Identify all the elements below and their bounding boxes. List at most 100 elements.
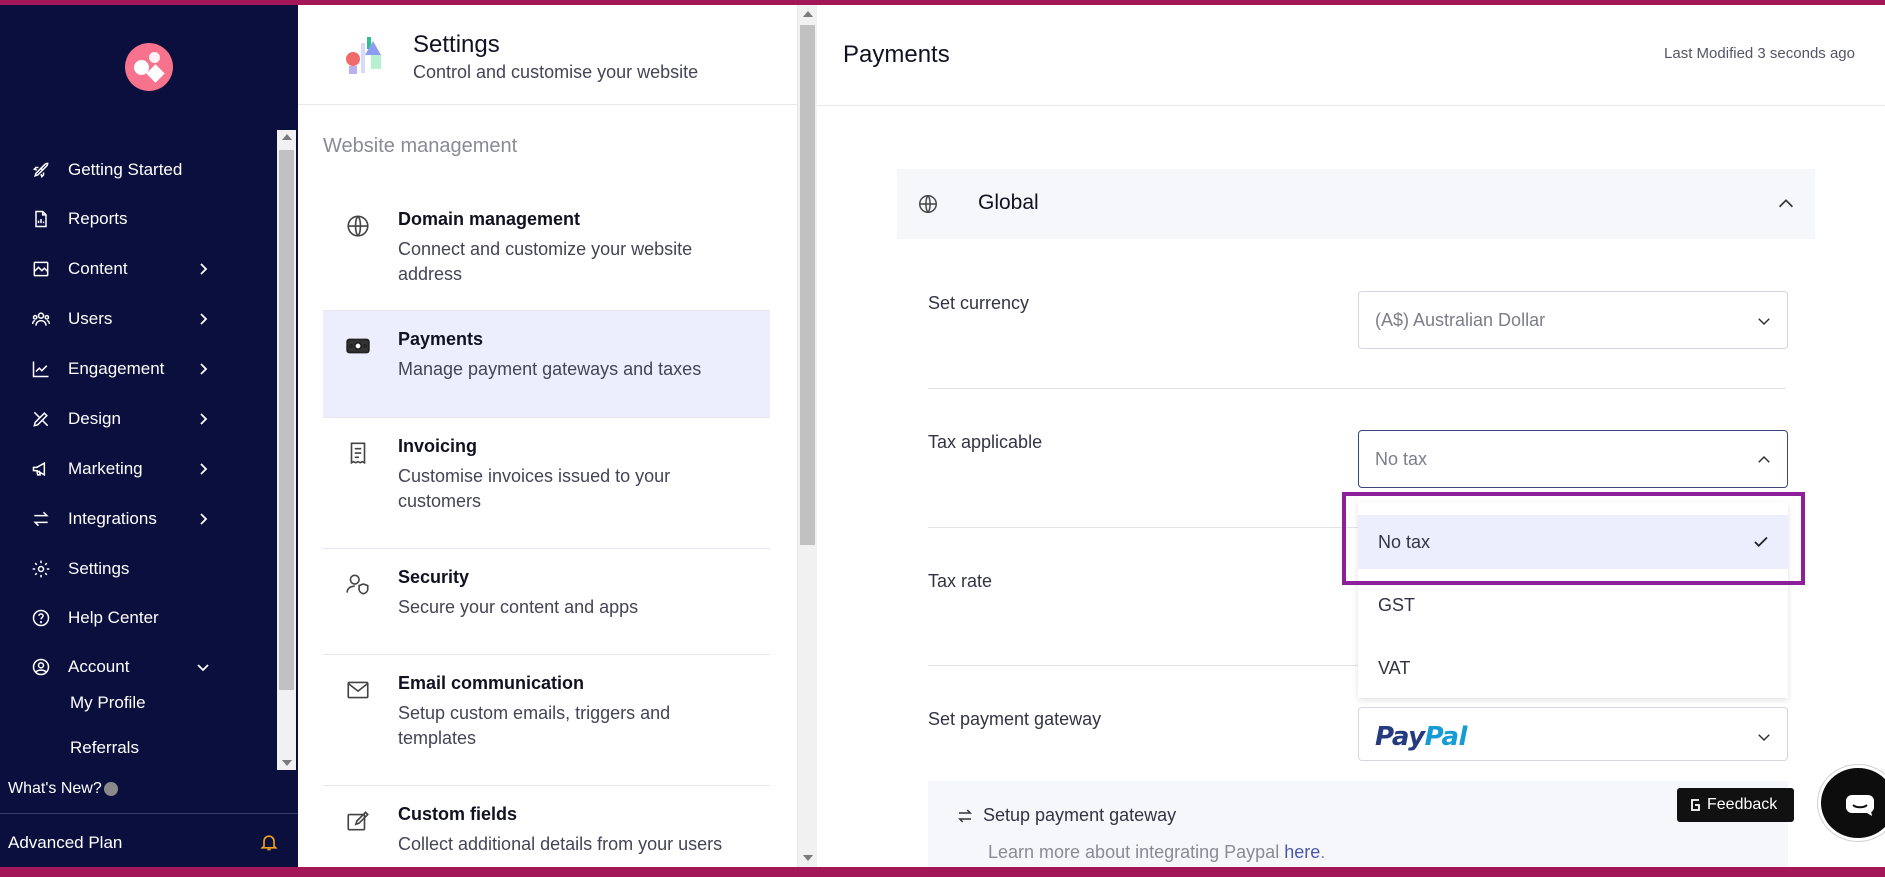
design-icon xyxy=(30,408,52,430)
row-divider xyxy=(928,388,1786,389)
users-icon xyxy=(30,308,52,330)
chevron-right-icon xyxy=(200,513,208,525)
tax-rate-label: Tax rate xyxy=(928,571,993,591)
chevron-right-icon xyxy=(200,413,208,425)
help-icon xyxy=(30,607,52,629)
content-icon xyxy=(30,258,52,280)
tax-applicable-select[interactable]: No tax xyxy=(1358,430,1788,488)
chevron-right-icon xyxy=(200,263,208,275)
settings-item-title: Invoicing xyxy=(398,436,478,456)
sidebar-item-integrations[interactable]: Integrations xyxy=(30,499,270,539)
settings-item-custom-fields[interactable]: Custom fields Collect additional details… xyxy=(323,786,770,867)
chevron-right-icon xyxy=(200,463,208,475)
globe-icon xyxy=(919,195,937,213)
scrollbar-thumb[interactable] xyxy=(800,25,815,545)
money-icon xyxy=(346,338,370,354)
chevron-down-icon xyxy=(1758,734,1770,742)
scroll-down-arrow-icon[interactable] xyxy=(803,855,813,861)
sidebar: Getting Started Reports Content Users En… xyxy=(0,5,298,867)
settings-item-payments[interactable]: Payments Manage payment gateways and tax… xyxy=(323,311,770,418)
settings-item-title: Email communication xyxy=(398,673,585,693)
chevron-down-icon xyxy=(1758,318,1770,326)
settings-logo-icon xyxy=(346,37,381,74)
sidebar-subitem-referrals[interactable]: Referrals xyxy=(70,738,139,758)
scroll-down-arrow-icon[interactable] xyxy=(282,760,292,766)
settings-item-desc: Connect and customize your website addre… xyxy=(398,239,693,284)
sidebar-item-engagement[interactable]: Engagement xyxy=(30,349,270,389)
sidebar-item-label: Account xyxy=(68,657,130,676)
tax-option-vat[interactable]: VAT xyxy=(1358,641,1788,695)
setup-here-link[interactable]: here xyxy=(1284,842,1320,862)
whats-new-link[interactable]: What's New? xyxy=(8,780,118,798)
sidebar-item-label: Content xyxy=(68,259,128,278)
sidebar-scrollbar[interactable] xyxy=(277,130,296,770)
payment-gateway-select[interactable]: PayPal xyxy=(1358,707,1788,761)
sidebar-item-label: Integrations xyxy=(68,509,157,528)
sidebar-item-content[interactable]: Content xyxy=(30,249,270,289)
currency-select[interactable]: (A$) Australian Dollar xyxy=(1358,291,1788,349)
settings-item-domain-management[interactable]: Domain management Connect and customize … xyxy=(323,191,770,311)
sidebar-item-settings[interactable]: Settings xyxy=(30,549,270,589)
sidebar-item-reports[interactable]: Reports xyxy=(30,199,270,239)
feedback-button[interactable]: Feedback xyxy=(1677,788,1794,822)
sidebar-divider xyxy=(0,813,298,814)
last-modified-text: Last Modified 3 seconds ago xyxy=(1664,45,1855,62)
sidebar-item-help-center[interactable]: Help Center xyxy=(30,598,270,638)
feedback-label: Feedback xyxy=(1707,796,1778,813)
sidebar-subitem-my-profile[interactable]: My Profile xyxy=(70,693,146,713)
sidebar-item-label: Reports xyxy=(68,209,128,228)
settings-item-email-communication[interactable]: Email communication Setup custom emails,… xyxy=(323,655,770,786)
bell-icon[interactable] xyxy=(259,832,279,852)
settings-subtitle: Control and customise your website xyxy=(413,62,699,82)
chevron-up-icon[interactable] xyxy=(1775,193,1797,215)
section-label: Website management xyxy=(323,135,518,157)
sidebar-item-users[interactable]: Users xyxy=(30,299,270,339)
settings-item-desc: Manage payment gateways and taxes xyxy=(398,359,702,379)
settings-item-invoicing[interactable]: Invoicing Customise invoices issued to y… xyxy=(323,418,770,549)
settings-header: Settings Control and customise your webs… xyxy=(298,5,798,105)
global-section-header[interactable]: Global xyxy=(897,169,1815,239)
scroll-up-arrow-icon[interactable] xyxy=(282,134,292,140)
main-content: Payments Last Modified 3 seconds ago Glo… xyxy=(817,5,1885,867)
chevron-right-icon xyxy=(200,313,208,325)
setup-payment-gateway-box: Setup payment gateway Learn more about i… xyxy=(928,781,1788,867)
tax-option-gst[interactable]: GST xyxy=(1358,578,1788,632)
arrows-exchange-icon xyxy=(30,508,52,530)
settings-scrollbar[interactable] xyxy=(798,5,817,867)
settings-item-desc: Collect additional details from your use… xyxy=(398,834,723,854)
whats-new-label: What's New? xyxy=(8,780,102,797)
settings-item-desc: Setup custom emails, triggers and templa… xyxy=(398,703,671,748)
chevron-up-icon xyxy=(1758,455,1770,463)
sidebar-item-getting-started[interactable]: Getting Started xyxy=(30,150,270,190)
report-icon xyxy=(30,208,52,230)
currency-select-value: (A$) Australian Dollar xyxy=(1375,310,1546,330)
option-label: VAT xyxy=(1378,658,1411,678)
main-header: Payments Last Modified 3 seconds ago xyxy=(817,5,1885,106)
page-title: Payments xyxy=(843,41,950,68)
sidebar-item-account[interactable]: Account xyxy=(30,647,270,687)
currency-label: Set currency xyxy=(928,293,1030,313)
settings-item-title: Custom fields xyxy=(398,804,518,824)
paypal-logo: PayPal xyxy=(1375,722,1467,752)
setup-description: Learn more about integrating Paypal here… xyxy=(988,842,1326,862)
sidebar-item-label: Marketing xyxy=(68,459,143,478)
settings-item-desc: Secure your content and apps xyxy=(398,597,639,617)
sidebar-item-label: Design xyxy=(68,409,121,428)
brand-logo[interactable] xyxy=(125,43,173,91)
sidebar-item-label: Settings xyxy=(68,559,130,578)
settings-item-desc: Customise invoices issued to your custom… xyxy=(398,466,671,511)
setup-title: Setup payment gateway xyxy=(983,805,1177,825)
settings-item-security[interactable]: Security Secure your content and apps xyxy=(323,549,770,655)
sidebar-item-label: Help Center xyxy=(68,608,159,627)
sidebar-item-marketing[interactable]: Marketing xyxy=(30,449,270,489)
scrollbar-thumb[interactable] xyxy=(279,150,294,690)
receipt-icon xyxy=(350,442,366,465)
sidebar-item-design[interactable]: Design xyxy=(30,399,270,439)
gear-icon xyxy=(30,558,52,580)
payment-gateway-label: Set payment gateway xyxy=(928,709,1102,729)
scroll-up-arrow-icon[interactable] xyxy=(803,11,813,17)
feedback-icon xyxy=(1691,799,1700,811)
globe-icon xyxy=(347,215,369,237)
rocket-icon xyxy=(30,159,52,181)
sidebar-item-label: Users xyxy=(68,309,113,328)
